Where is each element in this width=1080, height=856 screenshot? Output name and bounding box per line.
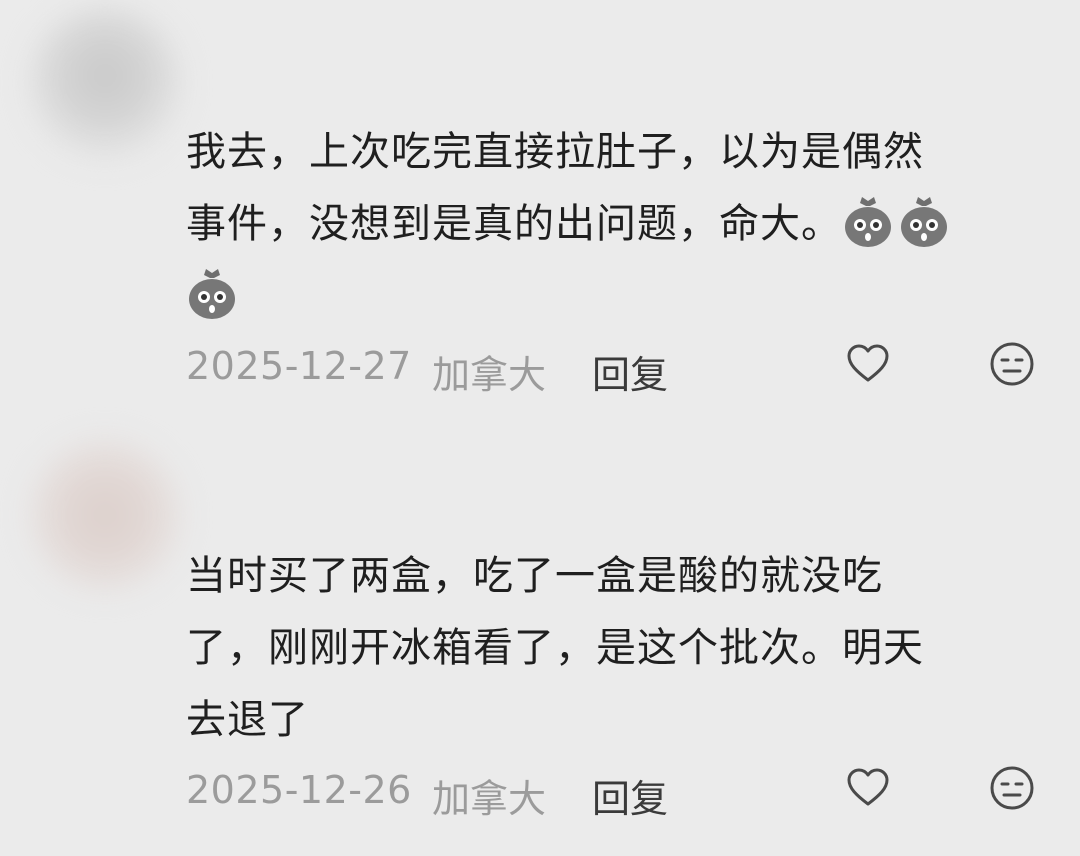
shocked-money-bag-icon: [845, 197, 891, 247]
heart-icon[interactable]: [844, 764, 892, 812]
comment-date: 2025-12-27: [186, 344, 412, 388]
comment-text: 我去，上次吃完直接拉肚子，以为是偶然 事件，没想到是真的出问题，命大。: [186, 116, 1026, 332]
shocked-money-bag-icon: [901, 197, 947, 247]
avatar[interactable]: [30, 8, 180, 158]
comment-line: 了，刚刚开冰箱看了，是这个批次。明天: [186, 625, 924, 671]
comment-line: 我去，上次吃完直接拉肚子，以为是偶然: [186, 129, 924, 175]
comment-meta: 2025-12-26 加拿大 回复: [186, 764, 1046, 824]
comment-location: 加拿大: [432, 353, 547, 397]
comment-date: 2025-12-26: [186, 768, 412, 812]
dislike-face-icon[interactable]: [988, 764, 1036, 812]
comment-meta: 2025-12-27 加拿大 回复: [186, 340, 1046, 400]
dislike-face-icon[interactable]: [988, 340, 1036, 388]
reply-button[interactable]: 回复: [592, 768, 668, 823]
comment-line: 去退了: [186, 697, 309, 743]
avatar[interactable]: [30, 440, 180, 590]
comment-text: 当时买了两盒，吃了一盒是酸的就没吃 了，刚刚开冰箱看了，是这个批次。明天 去退了: [186, 540, 1026, 756]
comment-line: 事件，没想到是真的出问题，命大。: [186, 188, 1026, 260]
comment-line: 当时买了两盒，吃了一盒是酸的就没吃: [186, 553, 883, 599]
heart-icon[interactable]: [844, 340, 892, 388]
comment-line: [186, 260, 1026, 332]
comment-item: 当时买了两盒，吃了一盒是酸的就没吃 了，刚刚开冰箱看了，是这个批次。明天 去退了…: [186, 540, 1046, 824]
reply-button[interactable]: 回复: [592, 344, 668, 399]
comment-location: 加拿大: [432, 777, 547, 821]
comment-item: 我去，上次吃完直接拉肚子，以为是偶然 事件，没想到是真的出问题，命大。 2025…: [186, 116, 1046, 400]
shocked-money-bag-icon: [189, 269, 235, 319]
